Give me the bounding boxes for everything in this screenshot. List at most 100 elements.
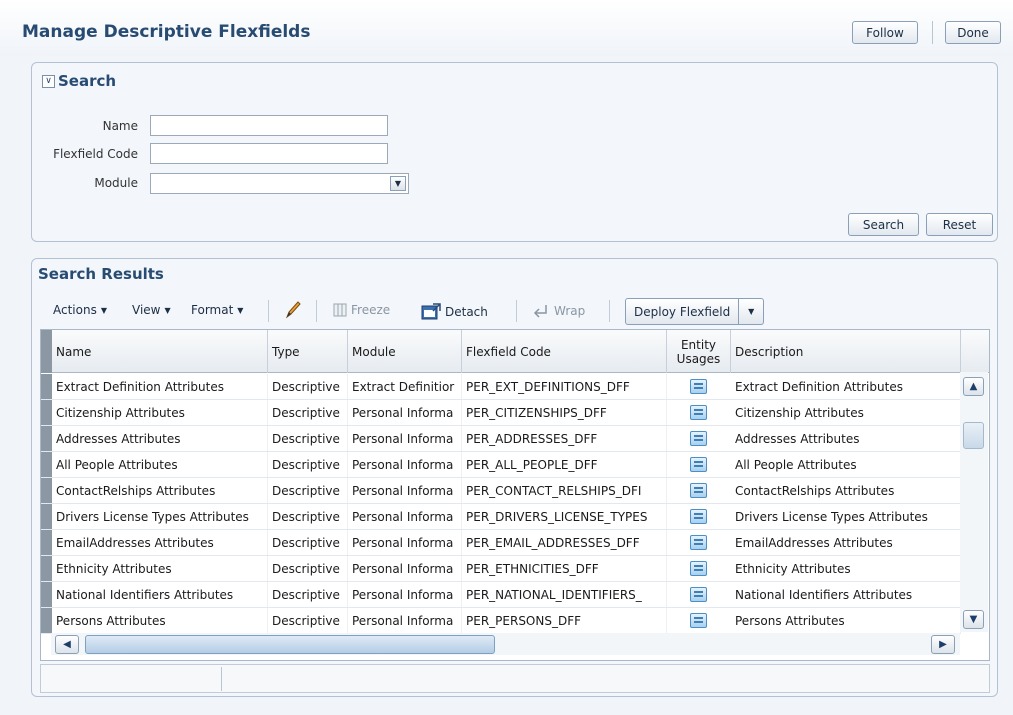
flexfield-code-input[interactable] bbox=[150, 143, 388, 164]
wrap-label: Wrap bbox=[554, 304, 586, 318]
horizontal-scrollbar[interactable]: ◀ ▶ bbox=[51, 633, 960, 655]
cell-name: Addresses Attributes bbox=[52, 426, 268, 451]
cell-module: Personal Informa bbox=[348, 478, 462, 503]
cell-description: Persons Attributes bbox=[731, 608, 961, 633]
cell-module: Personal Informa bbox=[348, 608, 462, 633]
cell-flexfield-code: PER_PERSONS_DFF bbox=[462, 608, 667, 633]
follow-button[interactable]: Follow bbox=[852, 21, 918, 44]
module-select[interactable]: ▼ bbox=[150, 173, 409, 194]
entity-usages-icon[interactable] bbox=[690, 587, 707, 602]
table-row[interactable]: Drivers License Types Attributes Descript… bbox=[41, 504, 961, 530]
scroll-left-icon[interactable]: ◀ bbox=[55, 635, 79, 654]
cell-flexfield-code: PER_ALL_PEOPLE_DFF bbox=[462, 452, 667, 477]
freeze-button[interactable]: Freeze bbox=[333, 303, 390, 317]
cell-name: Extract Definition Attributes bbox=[52, 374, 268, 399]
table-row[interactable]: Persons Attributes Descriptive Personal In… bbox=[41, 608, 961, 634]
table-row[interactable]: All People Attributes Descriptive Personal… bbox=[41, 452, 961, 478]
cell-flexfield-code: PER_CONTACT_RELSHIPS_DFI bbox=[462, 478, 667, 503]
format-menu[interactable]: Format ▼ bbox=[191, 303, 243, 317]
cell-name: Citizenship Attributes bbox=[52, 400, 268, 425]
cell-name: National Identifiers Attributes bbox=[52, 582, 268, 607]
detach-label: Detach bbox=[445, 305, 488, 319]
done-button[interactable]: Done bbox=[945, 21, 1001, 44]
table-row[interactable]: National Identifiers Attributes Descripti… bbox=[41, 582, 961, 608]
results-table: Name Type Module Flexfield Code Entity U… bbox=[40, 329, 990, 661]
entity-usages-icon[interactable] bbox=[690, 483, 707, 498]
cell-type: Descriptive bbox=[268, 452, 348, 477]
table-header: Name Type Module Flexfield Code Entity U… bbox=[41, 330, 989, 373]
horizontal-scroll-thumb[interactable] bbox=[85, 635, 495, 654]
view-menu[interactable]: View ▼ bbox=[132, 303, 171, 317]
column-header-module[interactable]: Module bbox=[348, 330, 462, 373]
actions-menu[interactable]: Actions ▼ bbox=[53, 303, 107, 317]
row-header-column bbox=[41, 330, 52, 373]
column-header-flexfield-code[interactable]: Flexfield Code bbox=[462, 330, 667, 373]
column-header-description[interactable]: Description bbox=[731, 330, 961, 373]
cell-type: Descriptive bbox=[268, 400, 348, 425]
table-row[interactable]: Citizenship Attributes Descriptive Persona… bbox=[41, 400, 961, 426]
toolbar-divider bbox=[609, 300, 610, 322]
format-menu-label: Format bbox=[191, 303, 234, 317]
entity-usages-icon[interactable] bbox=[690, 379, 707, 394]
table-row[interactable]: Extract Definition Attributes Descriptive… bbox=[41, 374, 961, 400]
entity-usages-icon[interactable] bbox=[690, 509, 707, 524]
flexfield-code-label: Flexfield Code bbox=[53, 147, 138, 161]
column-header-entity-usages[interactable]: Entity Usages bbox=[667, 330, 731, 373]
table-row[interactable]: ContactRelships Attributes Descriptive Per… bbox=[41, 478, 961, 504]
header-divider bbox=[932, 21, 933, 44]
column-header-type[interactable]: Type bbox=[268, 330, 348, 373]
cell-type: Descriptive bbox=[268, 582, 348, 607]
table-row[interactable]: Addresses Attributes Descriptive Personal … bbox=[41, 426, 961, 452]
wrap-button[interactable]: Wrap bbox=[532, 303, 585, 319]
table-row[interactable]: EmailAddresses Attributes Descriptive Pers… bbox=[41, 530, 961, 556]
scroll-up-icon[interactable]: ▲ bbox=[963, 377, 984, 396]
cell-name: All People Attributes bbox=[52, 452, 268, 477]
cell-flexfield-code: PER_EMAIL_ADDRESSES_DFF bbox=[462, 530, 667, 555]
cell-module: Personal Informa bbox=[348, 530, 462, 555]
vertical-scroll-thumb[interactable] bbox=[963, 422, 984, 449]
entity-usages-icon[interactable] bbox=[690, 561, 707, 576]
cell-module: Personal Informa bbox=[348, 452, 462, 477]
search-button[interactable]: Search bbox=[848, 213, 919, 236]
collapse-search-icon[interactable]: ∨ bbox=[42, 75, 55, 88]
cell-name: ContactRelships Attributes bbox=[52, 478, 268, 503]
entity-usages-icon[interactable] bbox=[690, 405, 707, 420]
cell-type: Descriptive bbox=[268, 374, 348, 399]
entity-usages-icon[interactable] bbox=[690, 457, 707, 472]
deploy-flexfield-button[interactable]: Deploy Flexfield bbox=[626, 299, 740, 324]
cell-description: All People Attributes bbox=[731, 452, 961, 477]
caret-down-icon: ▼ bbox=[164, 305, 171, 315]
search-section-title: Search bbox=[58, 72, 117, 90]
cell-flexfield-code: PER_EXT_DEFINITIONS_DFF bbox=[462, 374, 667, 399]
chevron-down-icon[interactable]: ▼ bbox=[739, 299, 763, 324]
entity-usages-icon[interactable] bbox=[690, 535, 707, 550]
reset-button[interactable]: Reset bbox=[926, 213, 993, 236]
deploy-flexfield-split-button: Deploy Flexfield ▼ bbox=[625, 298, 765, 325]
cell-description: ContactRelships Attributes bbox=[731, 478, 961, 503]
toolbar-divider bbox=[268, 300, 269, 322]
detach-button[interactable]: Detach bbox=[421, 303, 488, 321]
cell-name: EmailAddresses Attributes bbox=[52, 530, 268, 555]
edit-button[interactable] bbox=[284, 300, 302, 320]
cell-name: Drivers License Types Attributes bbox=[52, 504, 268, 529]
cell-type: Descriptive bbox=[268, 426, 348, 451]
cell-description: Drivers License Types Attributes bbox=[731, 504, 961, 529]
freeze-icon bbox=[333, 303, 347, 317]
cell-flexfield-code: PER_DRIVERS_LICENSE_TYPES bbox=[462, 504, 667, 529]
vertical-scrollbar[interactable]: ▲ ▼ bbox=[960, 372, 988, 632]
cell-flexfield-code: PER_ETHNICITIES_DFF bbox=[462, 556, 667, 581]
cell-type: Descriptive bbox=[268, 504, 348, 529]
scroll-down-icon[interactable]: ▼ bbox=[963, 610, 984, 629]
entity-usages-icon[interactable] bbox=[690, 613, 707, 628]
cell-description: Citizenship Attributes bbox=[731, 400, 961, 425]
name-input[interactable] bbox=[150, 115, 388, 136]
name-label: Name bbox=[102, 119, 138, 133]
entity-usages-icon[interactable] bbox=[690, 431, 707, 446]
cell-module: Personal Informa bbox=[348, 504, 462, 529]
table-row[interactable]: Ethnicity Attributes Descriptive Personal … bbox=[41, 556, 961, 582]
cell-type: Descriptive bbox=[268, 530, 348, 555]
column-header-name[interactable]: Name bbox=[52, 330, 268, 373]
view-menu-label: View bbox=[132, 303, 161, 317]
chevron-down-icon[interactable]: ▼ bbox=[390, 176, 406, 191]
scroll-right-icon[interactable]: ▶ bbox=[931, 635, 955, 654]
